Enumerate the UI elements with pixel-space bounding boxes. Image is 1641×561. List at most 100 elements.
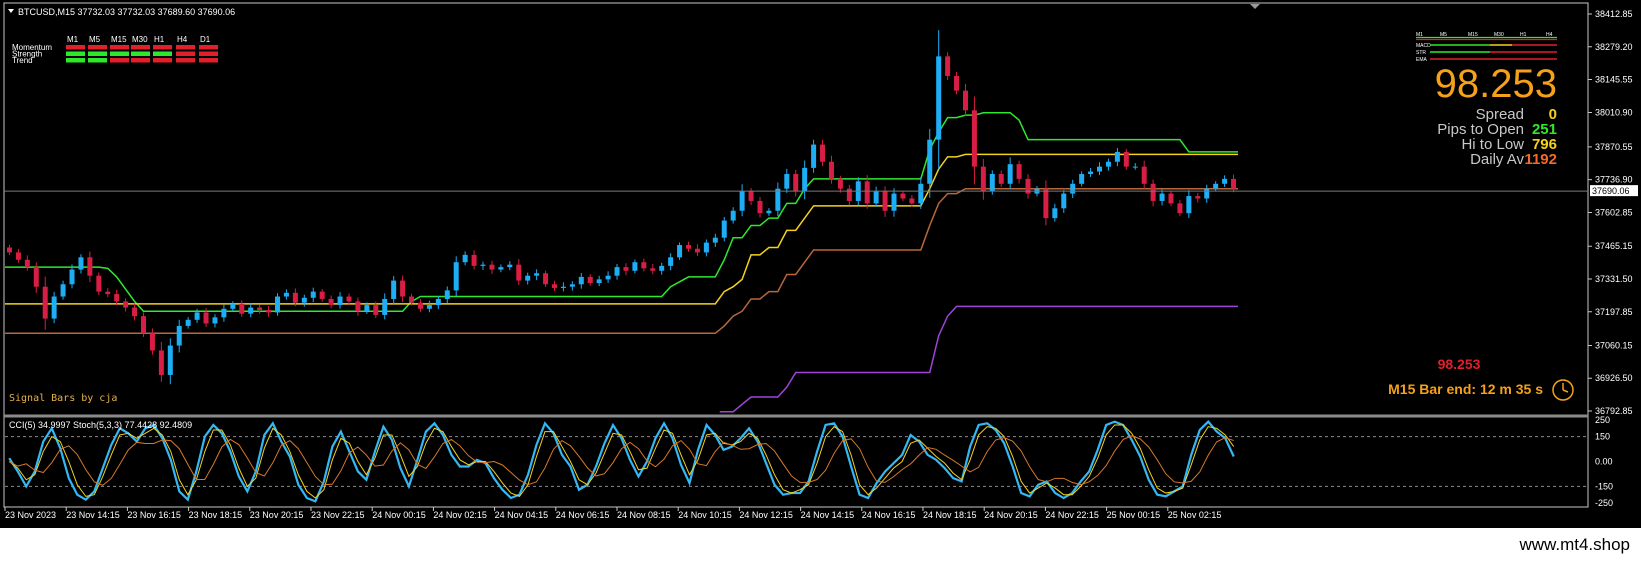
price-tick-label: 38010.90 bbox=[1595, 108, 1633, 118]
time-tick-label: 24 Nov 16:15 bbox=[862, 510, 916, 520]
candle-body bbox=[203, 312, 209, 324]
candle-body bbox=[1231, 178, 1237, 189]
candle-body bbox=[560, 286, 566, 288]
candle-body bbox=[1097, 166, 1103, 172]
candle-body bbox=[569, 284, 575, 287]
candle-body bbox=[641, 262, 647, 269]
candle-body bbox=[409, 296, 415, 303]
candle-body bbox=[578, 276, 584, 285]
candle-body bbox=[837, 178, 843, 189]
candle-body bbox=[712, 237, 718, 243]
candle-body bbox=[1105, 161, 1111, 167]
candle-body bbox=[462, 254, 468, 263]
signal-timeframe-label: H1 bbox=[154, 35, 165, 44]
signal-cell bbox=[110, 45, 129, 50]
candle-body bbox=[1088, 171, 1094, 174]
candle-body bbox=[1186, 196, 1192, 214]
candle-body bbox=[1195, 196, 1201, 199]
candle-body bbox=[962, 90, 968, 111]
candle-body bbox=[1123, 151, 1129, 167]
candle-body bbox=[1177, 203, 1183, 214]
candle-body bbox=[551, 284, 557, 288]
candle-body bbox=[140, 316, 146, 334]
candle-body bbox=[936, 56, 942, 140]
signal-row-label: Trend bbox=[12, 56, 33, 65]
candle-body bbox=[123, 301, 129, 308]
signal-cell bbox=[153, 45, 172, 50]
signal-cell bbox=[199, 45, 218, 50]
footer-bar bbox=[0, 528, 1641, 561]
candle-body bbox=[605, 275, 611, 280]
candle-body bbox=[820, 144, 826, 162]
candle-body bbox=[721, 220, 727, 238]
candle-body bbox=[1168, 193, 1174, 204]
candle-body bbox=[587, 276, 593, 284]
time-tick-label: 24 Nov 12:15 bbox=[739, 510, 793, 520]
candle-body bbox=[301, 297, 307, 303]
candle-body bbox=[900, 193, 906, 199]
candle-body bbox=[1132, 166, 1138, 168]
candle-body bbox=[1141, 166, 1147, 184]
price-tick-label: 37870.55 bbox=[1595, 142, 1633, 152]
signal-timeframe-label: M30 bbox=[132, 35, 148, 44]
signal-cell bbox=[110, 58, 129, 63]
oscillator-tick-label: 0.00 bbox=[1595, 457, 1613, 467]
candle-body bbox=[292, 292, 298, 303]
current-price-label: 37690.06 bbox=[1592, 186, 1630, 196]
candle-body bbox=[471, 254, 477, 266]
signal-timeframe-label: D1 bbox=[200, 35, 211, 44]
candle-body bbox=[60, 284, 66, 297]
signal-cell bbox=[110, 51, 129, 56]
candle-body bbox=[1222, 178, 1228, 184]
oscillator-label: CCI(5) 34.9997 Stoch(5,3,3) 77.4428 92.4… bbox=[9, 420, 192, 430]
bar-end-timer: M15 Bar end: 12 m 35 s bbox=[1388, 381, 1543, 397]
candle-body bbox=[453, 262, 459, 291]
signal-cell bbox=[66, 45, 85, 50]
time-tick-label: 23 Nov 16:15 bbox=[127, 510, 181, 520]
candle-body bbox=[149, 333, 155, 351]
big-value: 98.253 bbox=[1435, 62, 1557, 106]
oscillator-tick-label: -250 bbox=[1595, 498, 1613, 508]
candle-body bbox=[802, 167, 808, 192]
mini-row-label: STR bbox=[1416, 50, 1426, 56]
time-tick-label: 23 Nov 14:15 bbox=[66, 510, 120, 520]
price-tick-label: 38279.20 bbox=[1595, 42, 1633, 52]
candle-body bbox=[444, 290, 450, 299]
time-tick-label: 24 Nov 14:15 bbox=[801, 510, 855, 520]
candle-body bbox=[793, 173, 799, 192]
candle-body bbox=[194, 312, 200, 320]
time-tick-label: 24 Nov 08:15 bbox=[617, 510, 671, 520]
candle-body bbox=[221, 308, 227, 318]
candle-body bbox=[659, 265, 665, 271]
candle-body bbox=[650, 268, 656, 271]
candle-body bbox=[310, 291, 316, 298]
candle-body bbox=[828, 161, 834, 179]
signal-cell bbox=[88, 45, 107, 50]
signal-cell bbox=[88, 58, 107, 63]
candle-body bbox=[954, 75, 960, 91]
candle-body bbox=[703, 242, 709, 253]
time-tick-label: 25 Nov 02:15 bbox=[1168, 510, 1222, 520]
signal-cell bbox=[176, 51, 195, 56]
candle-body bbox=[1079, 173, 1085, 184]
candle-body bbox=[230, 303, 236, 309]
candle-body bbox=[158, 350, 164, 375]
price-tick-label: 38412.85 bbox=[1595, 9, 1633, 19]
candle-body bbox=[373, 305, 379, 315]
time-tick-label: 24 Nov 06:15 bbox=[556, 510, 610, 520]
signal-timeframe-label: M5 bbox=[89, 35, 101, 44]
candle-body bbox=[435, 298, 441, 306]
candle-body bbox=[337, 296, 343, 306]
candle-body bbox=[355, 301, 361, 312]
time-tick-label: 23 Nov 18:15 bbox=[189, 510, 243, 520]
candle-body bbox=[480, 264, 486, 266]
candle-body bbox=[33, 267, 39, 287]
candle-body bbox=[811, 144, 817, 168]
candle-body bbox=[328, 298, 334, 306]
candle-body bbox=[668, 257, 674, 266]
time-tick-label: 24 Nov 00:15 bbox=[372, 510, 426, 520]
candle-body bbox=[1043, 188, 1049, 219]
time-tick-label: 24 Nov 10:15 bbox=[678, 510, 732, 520]
candle-body bbox=[489, 264, 495, 270]
candle-body bbox=[1061, 193, 1067, 209]
